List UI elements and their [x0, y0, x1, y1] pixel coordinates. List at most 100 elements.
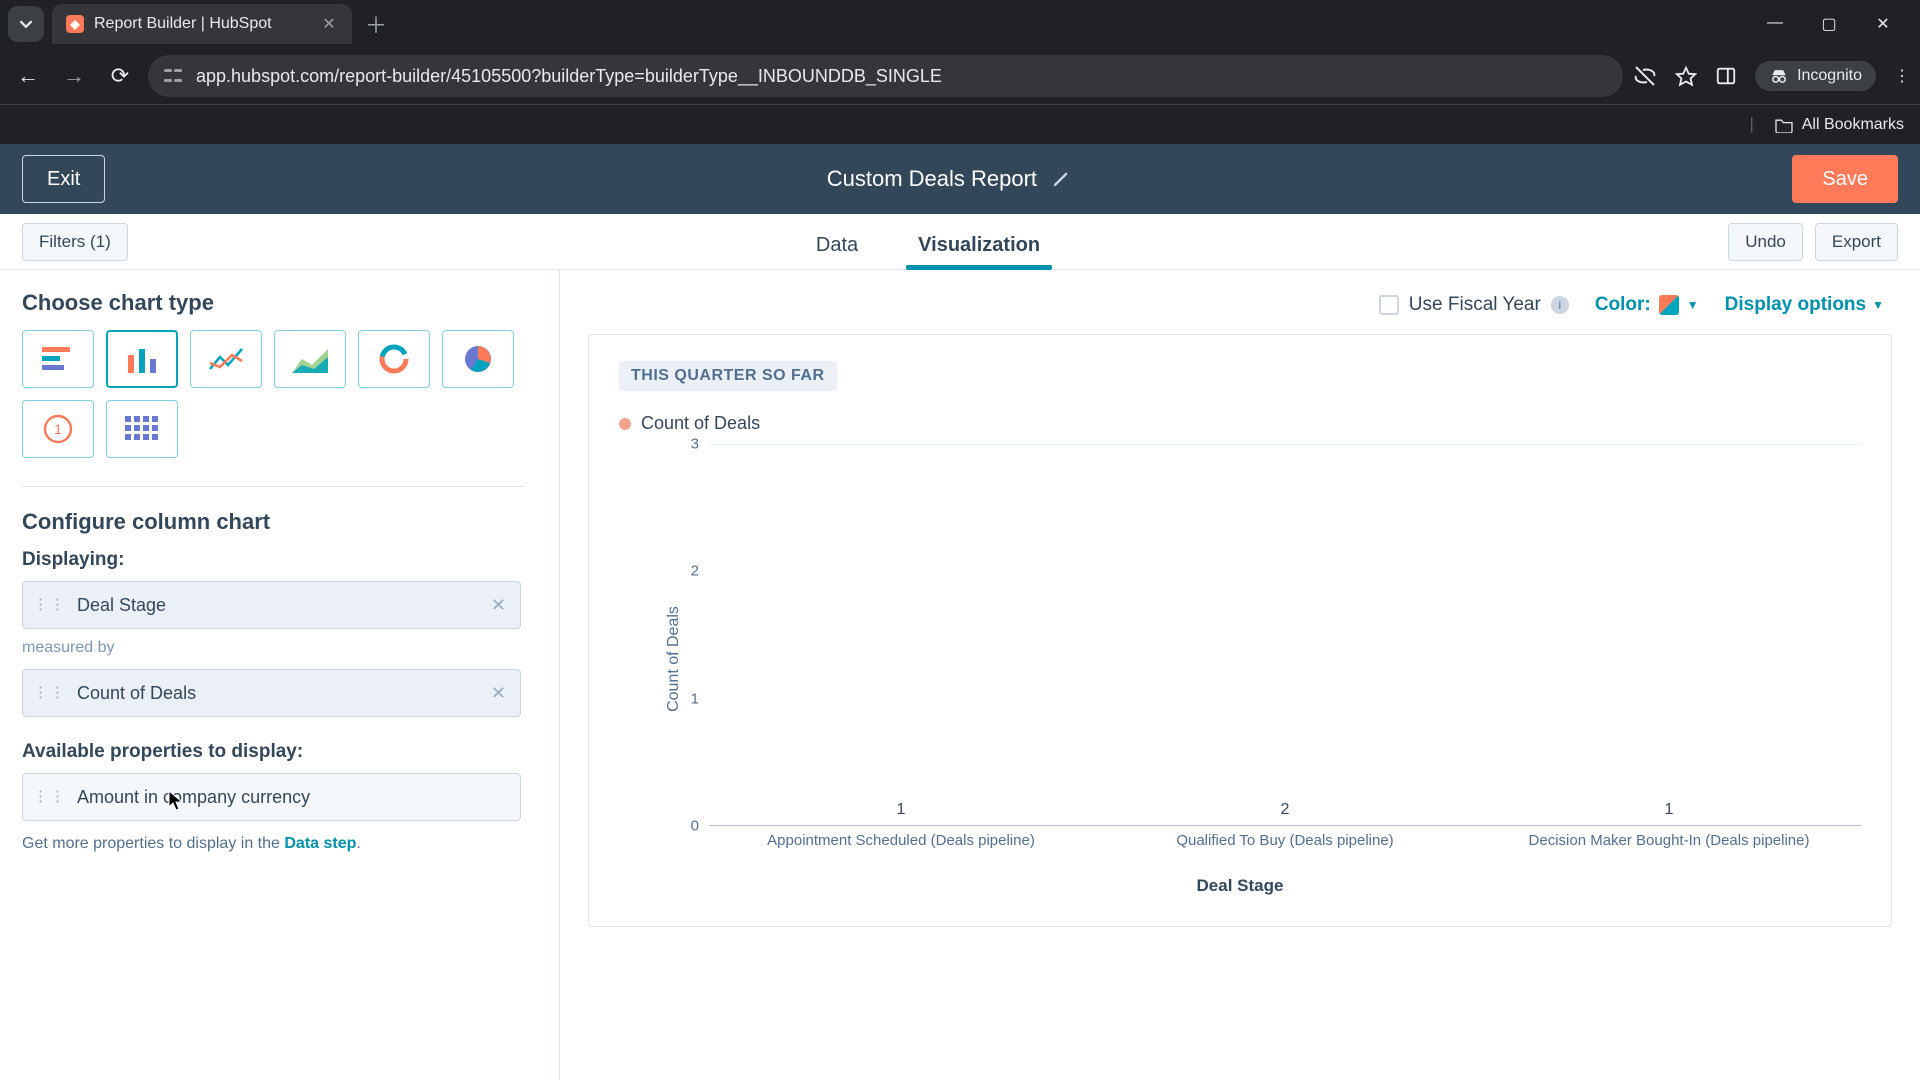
back-button[interactable]: ← [10, 58, 46, 94]
chart-type-pie[interactable] [442, 330, 514, 388]
data-step-link[interactable]: Data step [284, 835, 356, 852]
bar-value-label: 1 [897, 801, 906, 819]
side-panel-icon[interactable] [1715, 65, 1737, 87]
bookmark-star-icon[interactable] [1675, 65, 1697, 87]
displaying-label: Displaying: [22, 549, 525, 571]
incognito-icon [1769, 68, 1789, 84]
color-picker[interactable]: Color: ▼ [1595, 294, 1699, 316]
forward-button[interactable]: → [56, 58, 92, 94]
tab-data[interactable]: Data [816, 234, 858, 269]
chart-type-column[interactable] [106, 330, 178, 388]
y-tick: 2 [691, 563, 699, 580]
chart-canvas-panel: Use Fiscal Year i Color: ▼ Display optio… [560, 270, 1920, 1080]
choose-chart-title: Choose chart type [22, 290, 525, 316]
all-bookmarks-label: All Bookmarks [1802, 116, 1904, 134]
chart-legend: Count of Deals [619, 413, 1861, 434]
browser-chrome: ◆ Report Builder | HubSpot ✕ ＋ — ▢ ✕ ← →… [0, 0, 1920, 144]
y-axis: 0123 [675, 444, 705, 826]
color-label: Color: [1595, 294, 1651, 316]
chevron-down-icon [19, 17, 33, 31]
site-settings-icon[interactable] [162, 65, 184, 87]
filters-button[interactable]: Filters (1) [22, 223, 128, 261]
view-tabs: Data Visualization [128, 214, 1728, 269]
info-icon[interactable]: i [1551, 296, 1569, 314]
hubspot-favicon: ◆ [66, 15, 84, 33]
chart-type-area[interactable] [274, 330, 346, 388]
y-tick: 0 [691, 818, 699, 835]
bar-column[interactable]: 1 [1477, 801, 1861, 825]
app-header: Exit Custom Deals Report Save [0, 144, 1920, 214]
drag-handle-icon[interactable]: ⋮⋮ [33, 792, 67, 802]
browser-menu-button[interactable]: ⋮ [1894, 66, 1910, 86]
svg-text:1: 1 [54, 421, 62, 437]
bar-value-label: 1 [1665, 801, 1674, 819]
drag-handle-icon[interactable]: ⋮⋮ [33, 688, 67, 698]
dimension-field[interactable]: ⋮⋮ Deal Stage ✕ [22, 581, 521, 629]
bar-value-label: 2 [1281, 801, 1290, 819]
measured-by-label: measured by [22, 639, 525, 657]
remove-dimension-button[interactable]: ✕ [487, 595, 510, 616]
available-property[interactable]: ⋮⋮ Amount in company currency [22, 773, 521, 821]
bars-container: 1 2 1 [709, 444, 1861, 825]
tab-search-button[interactable] [8, 6, 44, 42]
undo-button[interactable]: Undo [1728, 223, 1803, 261]
incognito-label: Incognito [1797, 67, 1862, 85]
legend-dot-icon [619, 418, 631, 430]
chevron-down-icon: ▼ [1872, 298, 1884, 312]
eye-off-icon[interactable] [1633, 64, 1657, 88]
available-title: Available properties to display: [22, 741, 525, 763]
address-bar[interactable]: app.hubspot.com/report-builder/45105500?… [148, 55, 1623, 97]
drag-handle-icon[interactable]: ⋮⋮ [33, 600, 67, 610]
chart-type-donut[interactable] [358, 330, 430, 388]
pencil-icon [1051, 169, 1071, 189]
help-text: Get more properties to display in the Da… [22, 835, 525, 853]
tab-close-button[interactable]: ✕ [320, 15, 338, 33]
maximize-button[interactable]: ▢ [1814, 14, 1844, 34]
reload-button[interactable]: ⟳ [102, 58, 138, 94]
app-root: Exit Custom Deals Report Save Filters (1… [0, 144, 1920, 1080]
new-tab-button[interactable]: ＋ [360, 8, 392, 40]
chart-type-table[interactable] [106, 400, 178, 458]
chart-type-line[interactable] [190, 330, 262, 388]
configure-title: Configure column chart [22, 509, 525, 535]
x-tick-label: Decision Maker Bought-In (Deals pipeline… [1477, 826, 1861, 874]
chart-type-summary[interactable]: 1 [22, 400, 94, 458]
report-title-wrap: Custom Deals Report [121, 166, 1776, 192]
exit-button[interactable]: Exit [22, 155, 105, 203]
remove-measure-button[interactable]: ✕ [487, 683, 510, 704]
dimension-text: Deal Stage [77, 595, 477, 616]
fiscal-year-toggle[interactable]: Use Fiscal Year i [1379, 294, 1569, 316]
help-prefix: Get more properties to display in the [22, 835, 284, 852]
display-options-menu[interactable]: Display options ▼ [1725, 294, 1884, 316]
bar-column[interactable]: 2 [1093, 801, 1477, 825]
x-tick-label: Qualified To Buy (Deals pipeline) [1093, 826, 1477, 874]
save-button[interactable]: Save [1792, 155, 1898, 203]
edit-title-button[interactable] [1051, 169, 1071, 189]
export-button[interactable]: Export [1815, 223, 1898, 261]
main-split: Choose chart type [0, 270, 1920, 1080]
y-tick: 1 [691, 690, 699, 707]
measure-field[interactable]: ⋮⋮ Count of Deals ✕ [22, 669, 521, 717]
legend-label: Count of Deals [641, 413, 760, 434]
chart-type-bar-horizontal[interactable] [22, 330, 94, 388]
y-tick: 3 [691, 436, 699, 453]
incognito-badge[interactable]: Incognito [1755, 61, 1876, 91]
fiscal-year-label: Use Fiscal Year [1409, 294, 1541, 316]
sub-toolbar: Filters (1) Data Visualization Undo Expo… [0, 214, 1920, 270]
bar-column[interactable]: 1 [709, 801, 1093, 825]
address-bar-row: ← → ⟳ app.hubspot.com/report-builder/451… [0, 48, 1920, 104]
tab-strip: ◆ Report Builder | HubSpot ✕ ＋ — ▢ ✕ [0, 0, 1920, 48]
sidebar-scroll[interactable]: Choose chart type [0, 270, 539, 1080]
all-bookmarks-button[interactable]: All Bookmarks [1774, 116, 1904, 134]
measure-text: Count of Deals [77, 683, 477, 704]
url-text: app.hubspot.com/report-builder/45105500?… [196, 66, 1609, 87]
close-window-button[interactable]: ✕ [1868, 14, 1898, 34]
report-title: Custom Deals Report [827, 166, 1037, 192]
tab-visualization[interactable]: Visualization [918, 234, 1040, 269]
canvas-toolbar: Use Fiscal Year i Color: ▼ Display optio… [588, 294, 1892, 316]
minimize-button[interactable]: — [1760, 14, 1790, 34]
x-axis-labels: Appointment Scheduled (Deals pipeline)Qu… [709, 826, 1861, 874]
date-range-badge: THIS QUARTER SO FAR [619, 361, 837, 391]
divider [22, 486, 525, 487]
browser-tab[interactable]: ◆ Report Builder | HubSpot ✕ [52, 4, 352, 44]
